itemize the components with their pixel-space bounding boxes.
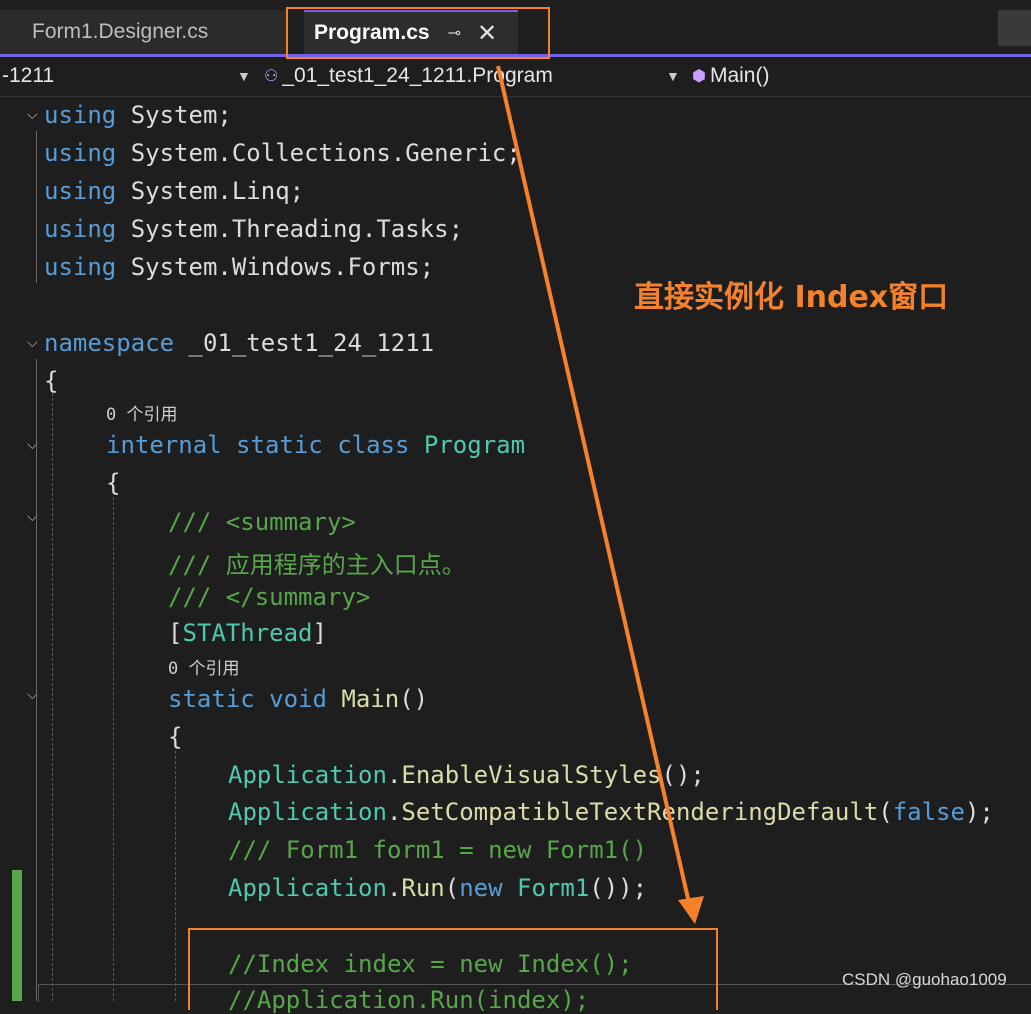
watermark: CSDN @guohao1009 (842, 970, 1007, 989)
annotation-arrow (496, 65, 704, 924)
arrow-shaft (496, 65, 691, 904)
arrow-head (678, 896, 704, 924)
annotation-label: 直接实例化 Index窗口 (634, 280, 949, 315)
